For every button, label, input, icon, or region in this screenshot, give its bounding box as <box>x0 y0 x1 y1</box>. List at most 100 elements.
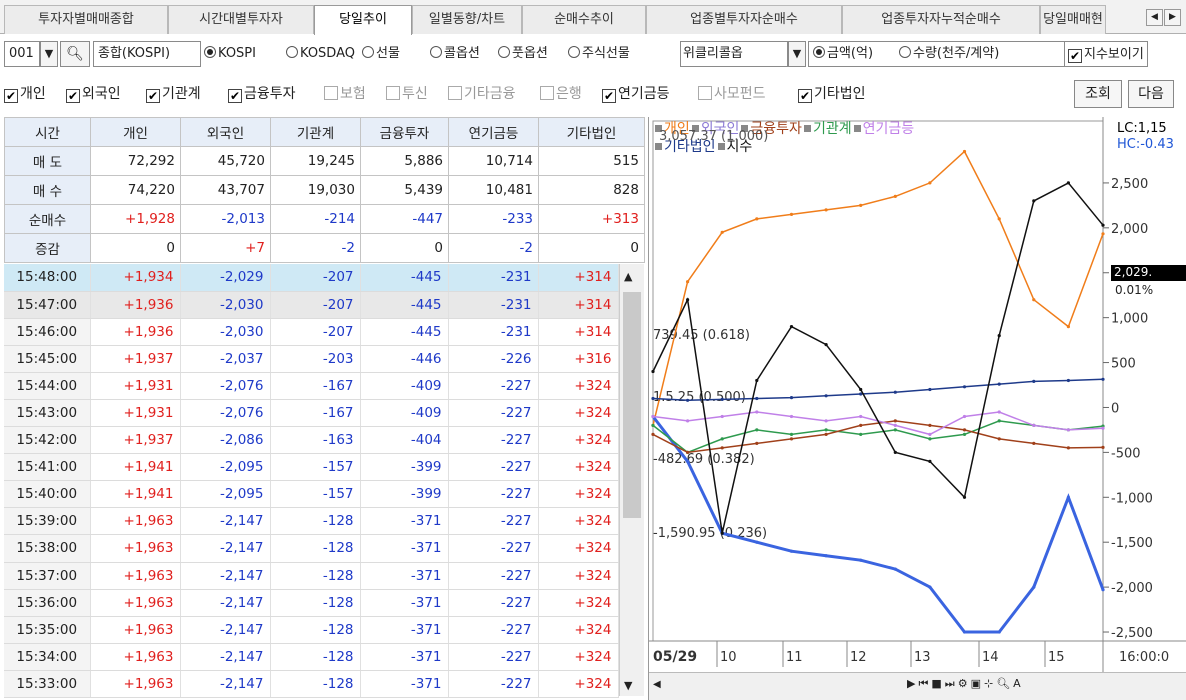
chart-playback-controls[interactable]: ▶⏮■⏭⚙▣⊹🔍︎A <box>907 677 1024 691</box>
forward-icon[interactable]: ⏭ <box>945 677 958 690</box>
summary-cell: -2 <box>448 233 539 263</box>
stop-icon[interactable]: ■ <box>931 677 944 690</box>
y-tick-label: -2,000 <box>1111 581 1153 596</box>
table-row[interactable]: 15:35:00 +1,963 -2,147 -128 -371 -227 +324 <box>4 616 619 644</box>
search-icon[interactable]: 🔍︎ <box>60 41 90 67</box>
tab-0[interactable]: 투자자별매매종합 <box>4 5 168 34</box>
scroll-thumb[interactable] <box>623 292 641 518</box>
investor-filter-3[interactable]: ✔ 금융투자 <box>228 81 296 107</box>
x-tick-label: 14 <box>982 650 999 665</box>
investor-filter-5[interactable]: 투신 <box>386 81 428 107</box>
tab-4[interactable]: 순매수추이 <box>522 5 646 34</box>
unit-radio-0[interactable]: 금액(억) <box>813 41 873 67</box>
tab-1[interactable]: 시간대별투자자 <box>168 5 314 34</box>
summary-cell: +313 <box>538 204 645 234</box>
series-point <box>859 558 863 562</box>
market-label: KOSDAQ <box>300 46 355 61</box>
table-row[interactable]: 15:42:00 +1,937 -2,086 -163 -404 -227 +324 <box>4 426 619 455</box>
tab-scroll-left-icon[interactable]: ◀ <box>1146 9 1163 26</box>
row-value: -2,086 <box>180 426 271 455</box>
scroll-up-arrow-icon[interactable]: ▲ <box>624 270 632 283</box>
summary-header-cell: 기타법인 <box>538 117 645 147</box>
row-value: -231 <box>448 264 539 292</box>
rewind-icon[interactable]: ⏮ <box>918 677 931 690</box>
tab-6[interactable]: 업종투자자누적순매수 <box>842 5 1040 34</box>
table-row[interactable]: 15:43:00 +1,931 -2,076 -167 -409 -227 +324 <box>4 399 619 428</box>
table-row[interactable]: 15:47:00 +1,936 -2,030 -207 -445 -231 +314 <box>4 291 619 319</box>
weekly-option-select[interactable]: 위클리콜옵 <box>680 41 788 67</box>
series-point <box>1032 423 1036 427</box>
series-point <box>1032 298 1036 302</box>
series-point <box>962 495 967 499</box>
hc-label: HC:-0.43 <box>1117 137 1174 152</box>
show-index-checkbox[interactable]: ✔ 지수보이기 <box>1064 41 1148 67</box>
row-value: +1,931 <box>90 372 181 400</box>
tab-2[interactable]: 당일추이 <box>314 5 412 35</box>
market-radio-0[interactable]: KOSPI <box>204 41 256 67</box>
table-row[interactable]: 15:40:00 +1,941 -2,095 -157 -399 -227 +324 <box>4 480 619 509</box>
tab-3[interactable]: 일별동향/차트 <box>412 5 522 34</box>
series-point <box>824 419 828 423</box>
code-input[interactable]: 001 <box>4 41 40 67</box>
row-value: -128 <box>270 507 361 536</box>
chart-scroll-left-icon[interactable]: ◀ <box>653 679 667 695</box>
table-row[interactable]: 15:37:00 +1,963 -2,147 -128 -371 -227 +324 <box>4 562 619 590</box>
series-point <box>686 419 690 423</box>
row-value: -227 <box>448 372 539 400</box>
split-view-icon[interactable]: ▣ <box>971 677 984 690</box>
crosshair-icon[interactable]: ⊹ <box>984 677 996 690</box>
series-point <box>755 217 759 221</box>
table-row[interactable]: 15:44:00 +1,931 -2,076 -167 -409 -227 +324 <box>4 372 619 400</box>
market-radio-4[interactable]: 풋옵션 <box>498 41 548 67</box>
market-radio-5[interactable]: 주식선물 <box>568 41 630 67</box>
row-value: -231 <box>448 318 539 346</box>
tab-7[interactable]: 당일매매현 <box>1040 5 1106 34</box>
list-vertical-scrollbar[interactable]: ▲ ▼ <box>619 264 644 696</box>
next-button[interactable]: 다음 <box>1128 80 1174 108</box>
table-row[interactable]: 15:46:00 +1,936 -2,030 -207 -445 -231 +314 <box>4 318 619 346</box>
chart-control-bar: ◀ ▶⏮■⏭⚙▣⊹🔍︎A <box>649 672 1186 700</box>
series-point <box>720 230 724 234</box>
table-row[interactable]: 15:36:00 +1,963 -2,147 -128 -371 -227 +324 <box>4 589 619 617</box>
market-radio-2[interactable]: 선물 <box>362 41 400 67</box>
investor-filter-9[interactable]: 사모펀드 <box>698 81 766 107</box>
chart-settings-icon[interactable]: ⚙ <box>958 677 971 690</box>
market-dropdown-arrow-icon[interactable]: ▼ <box>788 41 806 67</box>
row-value: +316 <box>538 345 619 373</box>
series-point <box>1066 428 1070 432</box>
table-row[interactable]: 15:48:00 +1,934 -2,029 -207 -445 -231 +314 <box>4 264 619 292</box>
tab-5[interactable]: 업종별투자자순매수 <box>646 5 842 34</box>
zoom-icon[interactable]: 🔍︎ <box>996 677 1013 690</box>
unit-radio-1[interactable]: 수량(천주/계약) <box>899 41 999 67</box>
row-value: -446 <box>360 345 449 373</box>
investor-filter-1[interactable]: ✔ 외국인 <box>66 81 121 107</box>
font-icon[interactable]: A <box>1013 677 1024 690</box>
query-button[interactable]: 조회 <box>1074 80 1122 108</box>
row-time: 15:33:00 <box>4 670 91 699</box>
scroll-down-arrow-icon[interactable]: ▼ <box>624 679 632 692</box>
investor-filter-8[interactable]: ✔ 연기금등 <box>602 81 670 107</box>
legend-swatch-icon <box>853 124 861 132</box>
market-radio-3[interactable]: 콜옵션 <box>430 41 480 67</box>
code-dropdown-arrow-icon[interactable]: ▼ <box>40 41 58 67</box>
investor-filter-10[interactable]: ✔ 기타법인 <box>798 81 866 107</box>
row-value: -203 <box>270 345 361 373</box>
summary-cell: 0 <box>538 233 645 263</box>
table-row[interactable]: 15:39:00 +1,963 -2,147 -128 -371 -227 +324 <box>4 507 619 536</box>
investor-filter-6[interactable]: 기타금융 <box>448 81 516 107</box>
tab-scroll-right-icon[interactable]: ▶ <box>1164 9 1181 26</box>
table-row[interactable]: 15:45:00 +1,937 -2,037 -203 -446 -226 +316 <box>4 345 619 373</box>
investor-filter-0[interactable]: ✔ 개인 <box>4 81 46 107</box>
market-radio-1[interactable]: KOSDAQ <box>286 41 355 67</box>
investor-filter-2[interactable]: ✔ 기관계 <box>146 81 201 107</box>
row-value: -371 <box>360 616 449 644</box>
table-row[interactable]: 15:41:00 +1,941 -2,095 -157 -399 -227 +324 <box>4 453 619 482</box>
legend-label: 연기금등 <box>862 121 915 137</box>
intraday-chart[interactable]: 2,5002,0001,5001,0005000-500-1,000-1,500… <box>649 117 1186 700</box>
table-row[interactable]: 15:33:00 +1,963 -2,147 -128 -371 -227 +324 <box>4 670 619 699</box>
table-row[interactable]: 15:38:00 +1,963 -2,147 -128 -371 -227 +324 <box>4 534 619 563</box>
play-icon[interactable]: ▶ <box>907 677 918 690</box>
investor-filter-4[interactable]: 보험 <box>324 81 366 107</box>
table-row[interactable]: 15:34:00 +1,963 -2,147 -128 -371 -227 +324 <box>4 643 619 671</box>
investor-filter-7[interactable]: 은행 <box>540 81 582 107</box>
